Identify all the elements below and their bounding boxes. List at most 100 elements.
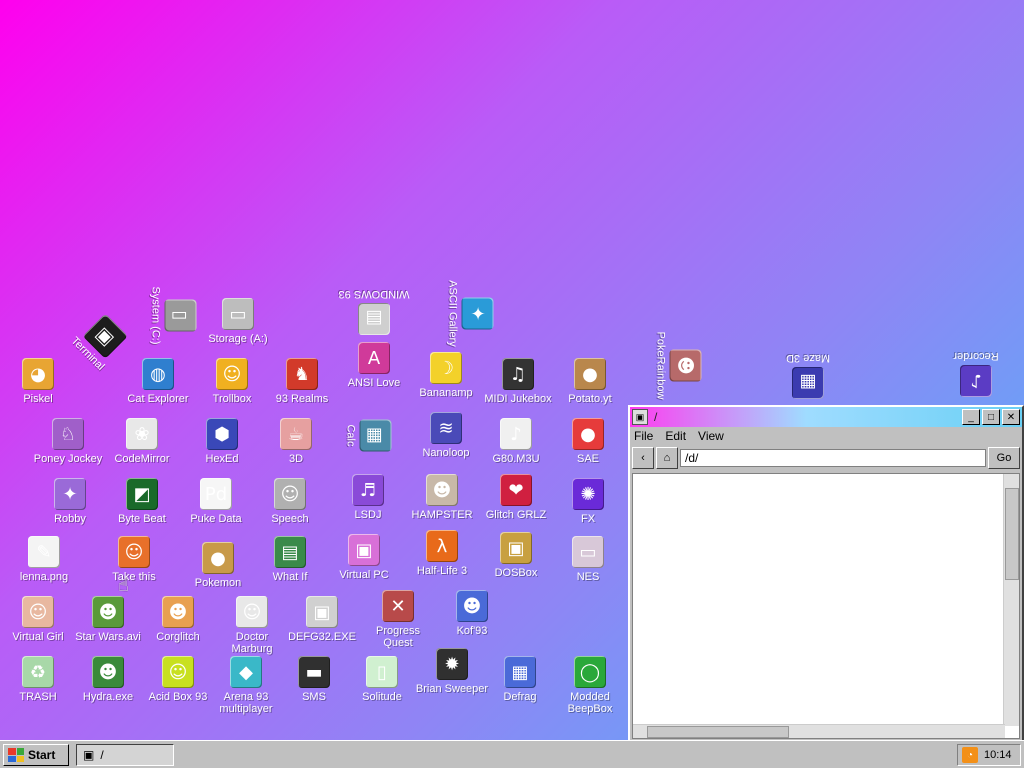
desktop-icon-swords[interactable]: ✕ Progress Quest bbox=[360, 590, 436, 649]
desktop-icon-realms[interactable]: ♞ 93 Realms bbox=[264, 358, 340, 405]
desktop-icon-lips[interactable]: ❤ Glitch GRLZ bbox=[478, 474, 554, 521]
desktop-icon-palette[interactable]: ◕ Piskel bbox=[0, 358, 76, 405]
yoda-icon: ☻ bbox=[92, 596, 124, 628]
desktop-icon-label: Solitude bbox=[362, 691, 402, 703]
lips-icon: ❤ bbox=[500, 474, 532, 506]
desktop-icon-label: Hydra.exe bbox=[82, 691, 134, 703]
file-explorer-window[interactable]: ▣ / _ □ ✕ File Edit View ‹ ⌂ Go bbox=[628, 405, 1024, 740]
desktop-icon-kof[interactable]: ☻ Kof'93 bbox=[434, 590, 510, 637]
desktop-icon-label: Potato.yt bbox=[568, 393, 612, 405]
desktop-icon-bytebeat[interactable]: ◩ Byte Beat bbox=[104, 478, 180, 525]
desktop-icon-hydra[interactable]: ☻ Hydra.exe bbox=[70, 656, 146, 703]
desktop-icon-label: Cat Explorer bbox=[127, 393, 189, 405]
desktop-icon-label: Speech bbox=[271, 513, 309, 525]
desktop-icon-corgi[interactable]: ☻ Corglitch bbox=[140, 596, 216, 643]
desktop-icon-fx[interactable]: ✺ FX bbox=[550, 478, 626, 525]
desktop-icon-sms[interactable]: ▬ SMS bbox=[276, 656, 352, 703]
desktop-icon-hampster[interactable]: ☻ HAMPSTER bbox=[404, 474, 480, 521]
desktop-icon-virtual-pc[interactable]: ▣ Virtual PC bbox=[326, 534, 402, 581]
desktop-icon-pokemon[interactable]: ● Pokemon bbox=[180, 542, 256, 589]
desktop-icon-nanoloop[interactable]: ≋ Nanoloop bbox=[408, 412, 484, 459]
desktop-icon-label: Kof'93 bbox=[456, 625, 488, 637]
minimize-button[interactable]: _ bbox=[962, 409, 980, 425]
menu-edit[interactable]: Edit bbox=[665, 429, 686, 443]
desktop-icon-globe[interactable]: ◍ Cat Explorer bbox=[120, 358, 196, 405]
start-button[interactable]: Start bbox=[3, 744, 69, 766]
swords-icon: ✕ bbox=[382, 590, 414, 622]
go-button[interactable]: Go bbox=[988, 447, 1020, 469]
desktop-icon-lsdj[interactable]: ♬ LSDJ bbox=[330, 474, 406, 521]
address-input[interactable] bbox=[680, 449, 986, 467]
desktop-icon-dosbox[interactable]: ▣ DOSBox bbox=[478, 532, 554, 579]
desktop-icon-ansi[interactable]: A ANSI Love bbox=[336, 342, 412, 389]
desktop-icon-ascii-gallery[interactable]: ✦ ASCII Gallery bbox=[447, 276, 494, 352]
desktop-icon-banana[interactable]: ☽ Bananamp bbox=[408, 352, 484, 399]
globe-icon: ◍ bbox=[142, 358, 174, 390]
desktop-icon-label: What If bbox=[272, 571, 308, 583]
pokerainbow-icon: ☻ bbox=[669, 349, 702, 382]
desktop-icon-take-this[interactable]: ☺ Take this bbox=[96, 536, 172, 583]
desktop-icon-potato[interactable]: ● Potato.yt bbox=[552, 358, 628, 405]
desktop-icon-pony[interactable]: ♘ Poney Jockey bbox=[30, 418, 106, 465]
desktop-icon-half-life[interactable]: λ Half-Life 3 bbox=[404, 530, 480, 577]
file-list-pane[interactable] bbox=[632, 473, 1020, 739]
desktop-icon-playlist[interactable]: ♪ G80.M3U bbox=[478, 418, 554, 465]
desktop-icon-nes[interactable]: ▭ NES bbox=[550, 536, 626, 583]
desktop-icon-defrag-exe[interactable]: ▣ DEFG32.EXE bbox=[284, 596, 360, 643]
desktop-icon-solitude[interactable]: ▯ Solitude bbox=[344, 656, 420, 703]
desktop-icon-label: MIDI Jukebox bbox=[484, 393, 552, 405]
menu-file[interactable]: File bbox=[634, 429, 653, 443]
desktop-icon-speech[interactable]: ☺ Speech bbox=[252, 478, 328, 525]
desktop-icon-windows-folder[interactable]: ▤ WINDOWS 93 bbox=[336, 288, 412, 335]
vertical-scrollbar[interactable] bbox=[1003, 474, 1019, 726]
desktop-icon-defrag[interactable]: ▦ Defrag bbox=[482, 656, 558, 703]
menu-view[interactable]: View bbox=[698, 429, 724, 443]
desktop-icon-whatif[interactable]: ▤ What If bbox=[252, 536, 328, 583]
desktop-icon-label: lenna.png bbox=[19, 571, 69, 583]
desktop-icon-pokerainbow[interactable]: ☻ PokeRainbow bbox=[655, 328, 702, 404]
desktop-icon-maze[interactable]: ▦ Maze 3D bbox=[770, 352, 846, 399]
horizontal-scroll-thumb[interactable] bbox=[647, 726, 789, 738]
desktop-icon-label: Arena 93 multiplayer bbox=[219, 691, 273, 715]
desktop-icon-trash[interactable]: ♻ TRASH bbox=[0, 656, 76, 703]
taskbar-item[interactable]: ▣ / bbox=[76, 744, 174, 766]
desktop-icon-chat[interactable]: ☺ Trollbox bbox=[194, 358, 270, 405]
home-icon: ⌂ bbox=[663, 452, 671, 464]
desktop-icon-teapot[interactable]: ☕ 3D bbox=[258, 418, 334, 465]
desktop-icon-floppy-drive[interactable]: ▭ Storage (A:) bbox=[200, 298, 276, 345]
desktop-icon-arena[interactable]: ◆ Arena 93 multiplayer bbox=[208, 656, 284, 715]
robby-icon: ✦ bbox=[54, 478, 86, 510]
desktop-icon-mine[interactable]: ✹ Brian Sweeper bbox=[414, 648, 490, 695]
desktop-icon-hexed[interactable]: ⬢ HexEd bbox=[184, 418, 260, 465]
desktop-icon-yoda[interactable]: ☻ Star Wars.avi bbox=[70, 596, 146, 643]
desktop-icon-beepbox[interactable]: ◯ Modded BeepBox bbox=[552, 656, 628, 715]
desktop-icon-sae[interactable]: ● SAE bbox=[550, 418, 626, 465]
horizontal-scrollbar[interactable] bbox=[633, 724, 1005, 738]
desktop-icon-virtual-girl[interactable]: ☺ Virtual Girl bbox=[0, 596, 76, 643]
rss-icon[interactable]: ◔ bbox=[962, 747, 978, 763]
desktop-icon-label: Progress Quest bbox=[375, 625, 421, 649]
maze-icon: ▦ bbox=[792, 367, 824, 399]
desktop-icon-label: Trollbox bbox=[212, 393, 252, 405]
image-file-icon: ✎ bbox=[28, 536, 60, 568]
desktop-icon-doctor[interactable]: ☺ Doctor Marburg bbox=[214, 596, 290, 655]
desktop-icon-recorder[interactable]: ♪ Recorder bbox=[938, 350, 1014, 397]
desktop-icon-pukedata[interactable]: Pd Puke Data bbox=[178, 478, 254, 525]
desktop-icon-image-file[interactable]: ✎ lenna.png bbox=[6, 536, 82, 583]
vertical-scroll-thumb[interactable] bbox=[1005, 488, 1019, 580]
desktop-icon-calculator[interactable]: ▦ Calc bbox=[345, 398, 392, 474]
back-button[interactable]: ‹ bbox=[632, 447, 654, 469]
window-titlebar[interactable]: ▣ / _ □ ✕ bbox=[630, 407, 1022, 427]
windows-folder-icon: ▤ bbox=[358, 303, 390, 335]
home-button[interactable]: ⌂ bbox=[656, 447, 678, 469]
desktop-icon-acid-smiley[interactable]: ☺ Acid Box 93 bbox=[140, 656, 216, 703]
desktop-icon-label: TRASH bbox=[19, 691, 57, 703]
desktop-icon-hard-drive[interactable]: ▯ System (C:) bbox=[150, 278, 197, 354]
start-label: Start bbox=[28, 748, 56, 762]
desktop-icon-codemirror[interactable]: ❀ CodeMirror bbox=[104, 418, 180, 465]
desktop-icon-robby[interactable]: ✦ Robby bbox=[32, 478, 108, 525]
maximize-button[interactable]: □ bbox=[982, 409, 1000, 425]
close-button[interactable]: ✕ bbox=[1002, 409, 1020, 425]
desktop-icon-piano[interactable]: ♫ MIDI Jukebox bbox=[480, 358, 556, 405]
clock: 10:14 bbox=[984, 749, 1012, 761]
